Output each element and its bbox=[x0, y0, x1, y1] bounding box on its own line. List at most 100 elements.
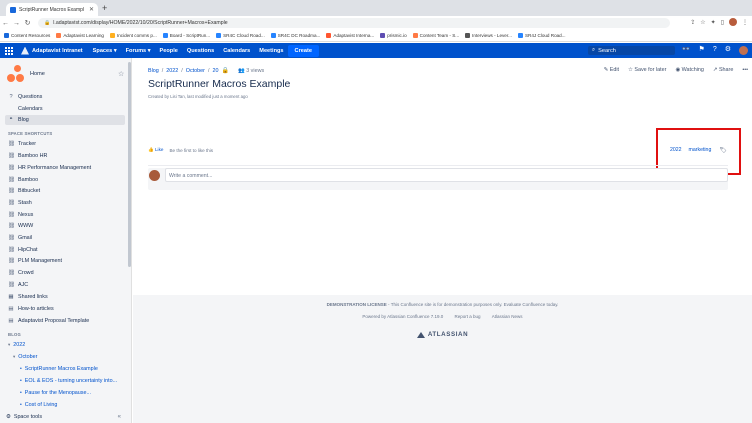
breadcrumb: Blog/ 2022/ October/ 20 🔒 👥 3 views bbox=[148, 67, 264, 74]
sidebar-shortcut[interactable]: ⛓Stash bbox=[5, 198, 125, 208]
bookmark-item[interactable]: SR4C Cloud Road... bbox=[216, 33, 265, 38]
bookmark-item[interactable]: Content Team - S... bbox=[413, 33, 460, 38]
extensions-icon[interactable]: ✦ bbox=[711, 19, 716, 26]
sidebar-item-blog[interactable]: ❝Blog bbox=[5, 115, 125, 125]
browser-tab[interactable]: ScriptRunner Macros Exampl ✕ bbox=[6, 3, 98, 16]
confluence-logo-icon[interactable] bbox=[21, 47, 29, 55]
sidebar-shortcut[interactable]: ⛓Gmail bbox=[5, 233, 125, 243]
sidebar-shortcut[interactable]: ⛓HR Performance Management bbox=[5, 163, 125, 173]
powered-by-link[interactable]: Powered by Atlassian Confluence 7.19.0 bbox=[362, 314, 443, 319]
sidebar-shortcut[interactable]: ⛓Nexus bbox=[5, 210, 125, 220]
atlassian-news-link[interactable]: Atlassian News bbox=[492, 314, 523, 319]
save-for-later-button[interactable]: ☆ Save for later bbox=[628, 67, 666, 73]
link-icon: ⛓ bbox=[8, 177, 14, 183]
comment-input[interactable]: Write a comment... bbox=[165, 168, 728, 182]
bookmark-item[interactable]: Content Resources bbox=[4, 33, 50, 38]
breadcrumb-day[interactable]: 20 bbox=[212, 68, 218, 74]
nav-questions[interactable]: Questions bbox=[187, 48, 214, 54]
share-button[interactable]: ↗ Share bbox=[713, 67, 733, 73]
link-icon: ⛓ bbox=[8, 270, 14, 276]
blog-tree-post[interactable]: •ScriptRunner Macros Example bbox=[20, 366, 98, 372]
sidebar-shortcut[interactable]: ▤Adaptavist Proposal Template bbox=[5, 316, 125, 326]
breadcrumb-month[interactable]: October bbox=[186, 68, 205, 74]
bullet-icon: • bbox=[20, 402, 22, 408]
nav-forums[interactable]: Forums ▾ bbox=[126, 48, 151, 54]
site-brand[interactable]: Adaptavist Intranet bbox=[32, 48, 83, 54]
space-tools[interactable]: ⚙ Space tools « bbox=[0, 410, 131, 423]
space-name[interactable]: Home bbox=[30, 71, 45, 77]
create-button[interactable]: Create bbox=[288, 45, 319, 57]
chevron-down-icon[interactable]: ▾ bbox=[8, 342, 10, 348]
sidebar-shortcut[interactable]: ⛓Bitbucket bbox=[5, 186, 125, 196]
search-input[interactable]: ⌕ Search bbox=[588, 46, 675, 55]
watching-button[interactable]: ◉ Watching bbox=[675, 67, 703, 73]
sidebar-shortcut[interactable]: ⛓Bamboo bbox=[5, 175, 125, 185]
sidebar-shortcut[interactable]: ⛓Tracker bbox=[5, 139, 125, 149]
nav-calendars[interactable]: Calendars bbox=[223, 48, 250, 54]
blog-tree-month[interactable]: ▾October bbox=[13, 354, 37, 360]
search-placeholder: Search bbox=[598, 48, 616, 54]
bookmark-item[interactable]: SR4J Cloud Road... bbox=[518, 33, 566, 38]
sidebar-item-calendars[interactable]: Calendars bbox=[5, 104, 125, 114]
app-switcher-icon[interactable] bbox=[5, 47, 13, 55]
atlassian-logo-icon bbox=[417, 332, 425, 338]
bookmark-icon bbox=[56, 33, 61, 38]
forward-icon[interactable]: → bbox=[11, 20, 22, 27]
share-icon[interactable]: ⇪ bbox=[690, 19, 695, 26]
like-button[interactable]: 👍 Like bbox=[148, 147, 163, 153]
back-icon[interactable]: ← bbox=[0, 20, 11, 27]
blog-tree-year[interactable]: ▾2022 bbox=[8, 342, 25, 348]
link-icon: ⛓ bbox=[8, 235, 14, 241]
help-icon[interactable]: ? bbox=[713, 45, 717, 55]
nav-meetings[interactable]: Meetings bbox=[259, 48, 283, 54]
nav-spaces[interactable]: Spaces ▾ bbox=[93, 48, 117, 54]
sidebar-shortcut[interactable]: ⛓WWW bbox=[5, 221, 125, 231]
sidepanel-icon[interactable]: ▯ bbox=[721, 19, 724, 26]
sidebar-shortcut[interactable]: ⛓HipChat bbox=[5, 245, 125, 255]
sidebar-shortcut[interactable]: ⛓Crowd bbox=[5, 268, 125, 278]
sidebar-shortcut[interactable]: ⛓Bamboo HR bbox=[5, 151, 125, 161]
page-views[interactable]: 👥 3 views bbox=[238, 68, 264, 74]
blog-tree-post[interactable]: •Pause for the Menopause... bbox=[20, 390, 91, 396]
bookmark-item[interactable]: prismic.io bbox=[380, 33, 406, 38]
bullet-icon: • bbox=[20, 390, 22, 396]
breadcrumb-year[interactable]: 2022 bbox=[166, 68, 178, 74]
restrictions-icon[interactable]: 🔒 bbox=[221, 67, 228, 74]
reload-icon[interactable]: ↻ bbox=[22, 19, 33, 27]
bookmark-item[interactable]: Board - ScriptRun... bbox=[163, 33, 210, 38]
bookmark-item[interactable]: Adaptavist Interna... bbox=[326, 33, 374, 38]
collapse-sidebar-icon[interactable]: « bbox=[118, 414, 121, 420]
sidebar-item-questions[interactable]: ?Questions bbox=[5, 92, 125, 102]
settings-gear-icon[interactable]: ⚙ bbox=[725, 45, 731, 55]
profile-avatar[interactable] bbox=[729, 18, 737, 26]
address-bar[interactable]: 🔒 l.adaptavist.com/display/HOME/2022/10/… bbox=[38, 18, 670, 28]
report-bug-link[interactable]: Report a bug bbox=[455, 314, 481, 319]
sidebar-shortcut[interactable]: ⛓PLM Management bbox=[5, 256, 125, 266]
nav-people[interactable]: People bbox=[160, 48, 178, 54]
sidebar-shortcut[interactable]: ▦Shared links bbox=[5, 292, 125, 302]
bookmark-item[interactable]: Adaptavist Learning bbox=[56, 33, 104, 38]
breadcrumb-blog[interactable]: Blog bbox=[148, 68, 159, 74]
user-avatar[interactable] bbox=[739, 46, 748, 55]
close-tab-icon[interactable]: ✕ bbox=[89, 6, 94, 13]
question-icon: ? bbox=[8, 94, 14, 100]
sidebar-shortcut[interactable]: ▤How-to articles bbox=[5, 304, 125, 314]
space-logo-icon[interactable] bbox=[7, 65, 25, 83]
browser-menu-icon[interactable]: ⋮ bbox=[742, 19, 748, 26]
chevron-down-icon[interactable]: ▾ bbox=[13, 354, 15, 360]
sidebar-shortcut[interactable]: ⛓AJC bbox=[5, 280, 125, 290]
atlassian-logo[interactable]: ATLASSIAN bbox=[133, 331, 752, 338]
blog-tree-post[interactable]: •EOL & EOS - turning uncertainty into... bbox=[20, 378, 117, 384]
binoculars-icon[interactable]: 👓 bbox=[682, 45, 691, 55]
bookmark-item[interactable]: Incident comms p... bbox=[110, 33, 157, 38]
more-actions-button[interactable]: ••• bbox=[742, 67, 748, 73]
favorite-star-icon[interactable]: ☆ bbox=[118, 70, 124, 78]
notifications-icon[interactable]: ⚑ bbox=[699, 45, 705, 55]
bookmark-star-icon[interactable]: ☆ bbox=[700, 19, 705, 26]
edit-button[interactable]: ✎ Edit bbox=[604, 67, 619, 73]
bookmark-item[interactable]: Interviews - Lever... bbox=[465, 33, 512, 38]
blog-tree-post[interactable]: •Cost of Living bbox=[20, 402, 57, 408]
new-tab-icon[interactable]: + bbox=[102, 3, 107, 13]
bookmark-item[interactable]: SR4C DC Roadma... bbox=[271, 33, 321, 38]
sidebar-scrollbar[interactable] bbox=[128, 62, 131, 267]
